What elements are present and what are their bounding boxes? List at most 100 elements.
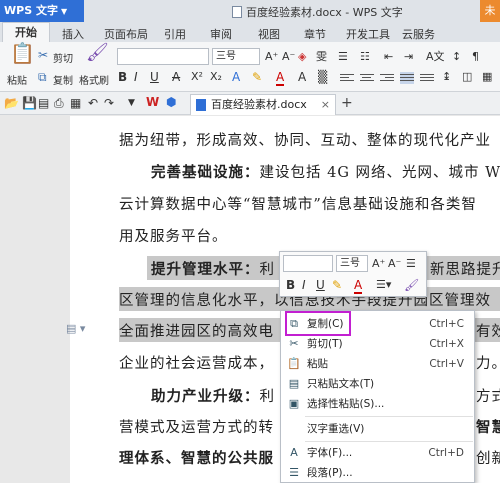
paragraph-line: 云计算数据中心等“智慧城市”信息基础设施和各类智 [119,197,477,213]
menu-separator [305,441,473,442]
export-pdf-icon[interactable]: ▦ [70,96,81,110]
bold-icon[interactable]: B [286,278,295,292]
print-preview-icon[interactable]: ▤ [38,96,49,110]
scissors-icon[interactable]: ✂ [38,48,48,62]
paste-icon: 📋 [287,357,301,370]
close-icon[interactable]: × [321,95,330,114]
subscript-icon[interactable]: X₂ [210,70,222,84]
tab-insert[interactable]: 插入 [62,26,84,42]
char-shading-icon[interactable]: ▒ [318,70,327,84]
align-icon[interactable]: ☰▾ [376,278,391,292]
increase-indent-icon[interactable]: ⇥ [404,50,413,64]
format-painter-icon[interactable]: 🖌 [86,44,109,62]
mini-font-size-select[interactable]: 三号 [336,255,368,272]
app-menu-button[interactable]: WPS 文字 ▼ [0,0,84,22]
paragraph-line: 用及服务平台。 [119,229,228,245]
print-icon[interactable]: ⎙ [54,96,64,110]
paragraph-line-tail: 有效 [476,324,500,340]
paste-special-icon: ▣ [288,397,300,410]
format-painter-icon[interactable]: 🖌 [404,278,419,292]
line-spacing-icon[interactable]: ☰ [406,257,416,271]
phonetic-icon[interactable]: 雯 [316,50,327,64]
font-color-icon[interactable]: A [276,70,285,86]
chevron-down-icon[interactable]: ▼ [128,96,135,110]
strikethrough-icon[interactable]: A [172,70,180,84]
tab-page-layout[interactable]: 页面布局 [104,26,148,42]
paragraph-layout-icon[interactable]: ▤ ▾ [66,322,85,335]
bullets-icon[interactable]: ☰ [338,50,348,64]
tab-view[interactable]: 视图 [258,26,280,42]
tab-chapter[interactable]: 章节 [304,26,326,42]
login-status[interactable]: 未 [480,0,500,22]
copy-button[interactable]: 复制 [53,72,73,87]
menu-item-font[interactable]: A 字体(F)... Ctrl+D [281,443,476,463]
format-painter-button[interactable]: 格式刷 [79,72,109,87]
shading-icon[interactable]: ◫ [462,70,472,84]
font-name-input[interactable] [117,48,209,65]
title-bar: WPS 文字 ▼ 百度经验素材.docx - WPS 文字 未 [0,0,500,22]
tab-review[interactable]: 审阅 [210,26,232,42]
align-center-icon[interactable] [360,72,374,84]
superscript-icon[interactable]: X² [191,70,203,84]
char-border-icon[interactable]: A [298,70,306,84]
justify-icon[interactable] [400,72,414,84]
redo-icon[interactable]: ↷ [104,96,114,110]
cut-button[interactable]: 剪切 [53,50,73,65]
menu-item-paste-text[interactable]: ▤ 只粘贴文本(T) [281,374,476,394]
wps-logo-icon[interactable]: W [146,95,159,109]
chinese-layout-icon[interactable]: A文 [426,50,445,64]
menu-item-paste[interactable]: 📋 粘贴 Ctrl+V [281,354,476,374]
tab-developer[interactable]: 开发工具 [346,26,390,42]
shrink-font-icon[interactable]: A⁻ [388,257,401,271]
word-doc-icon [196,99,206,111]
tab-home[interactable]: 开始 [2,22,50,42]
distributed-icon[interactable] [420,72,434,84]
italic-icon[interactable]: I [302,278,306,292]
tab-references[interactable]: 引用 [164,26,186,42]
decrease-indent-icon[interactable]: ⇤ [384,50,393,64]
font-size-select[interactable]: 三号 [212,48,260,65]
italic-icon[interactable]: I [134,70,138,84]
font-color-icon[interactable]: A [354,278,363,294]
paragraph-line: 营模式及运营方式的转 [119,420,274,436]
highlight-icon[interactable]: ✎ [332,278,342,292]
grow-font-icon[interactable]: A⁺ [265,50,278,64]
line-spacing-icon[interactable]: ↨ [442,70,451,84]
open-icon[interactable]: 📂 [4,96,19,110]
underline-icon[interactable]: U [150,70,159,84]
text-effect-icon[interactable]: A [232,70,240,84]
bold-icon[interactable]: B [118,70,127,84]
cloud-docs-icon[interactable]: ⬢ [166,95,176,109]
save-icon[interactable]: 💾 [22,96,37,110]
sort-icon[interactable]: ↕ [452,50,461,64]
underline-icon[interactable]: U [316,278,325,292]
menu-item-paragraph[interactable]: ☰ 段落(P)... [281,463,476,483]
window-title: 百度经验素材.docx - WPS 文字 [232,4,403,20]
paragraph-line: 全面推进园区的高效电 [119,324,274,340]
new-tab-button[interactable]: + [341,95,353,111]
paste-button[interactable]: 粘贴 [7,72,27,87]
paragraph-line: 企业的社会运营成本， [119,356,274,372]
paragraph-line: 助力产业升级：利 [151,388,275,405]
undo-icon[interactable]: ↶ [88,96,98,110]
tab-cloud[interactable]: 云服务 [402,26,435,42]
copy-icon[interactable]: ⧉ [38,70,47,84]
numbering-icon[interactable]: ☷ [360,50,370,64]
scissors-icon: ✂ [289,337,299,350]
document-tab[interactable]: 百度经验素材.docx × [190,94,336,115]
borders-icon[interactable]: ▦ [482,70,492,84]
highlight-icon[interactable]: ✎ [252,70,262,84]
menu-item-reconvert[interactable]: 汉字重选(V) [281,419,476,439]
grow-font-icon[interactable]: A⁺ [372,257,385,271]
align-left-icon[interactable] [340,72,354,84]
paragraph-line-tail: 方式 [476,389,500,405]
menu-item-paste-special[interactable]: ▣ 选择性粘贴(S)... [281,394,476,414]
ribbon-home: 📋 粘贴 ✂ 剪切 ⧉ 复制 🖌 格式刷 三号 A⁺ A⁻ ◈ 雯 B I U … [0,42,500,92]
clear-format-icon[interactable]: ◈ [298,50,306,64]
align-right-icon[interactable] [380,72,394,84]
show-marks-icon[interactable]: ¶ [472,50,479,64]
shrink-font-icon[interactable]: A⁻ [282,50,295,64]
menu-item-cut[interactable]: ✂ 剪切(T) Ctrl+X [281,334,476,354]
paste-icon[interactable]: 📋 [10,43,35,63]
mini-font-name-input[interactable] [283,255,333,272]
